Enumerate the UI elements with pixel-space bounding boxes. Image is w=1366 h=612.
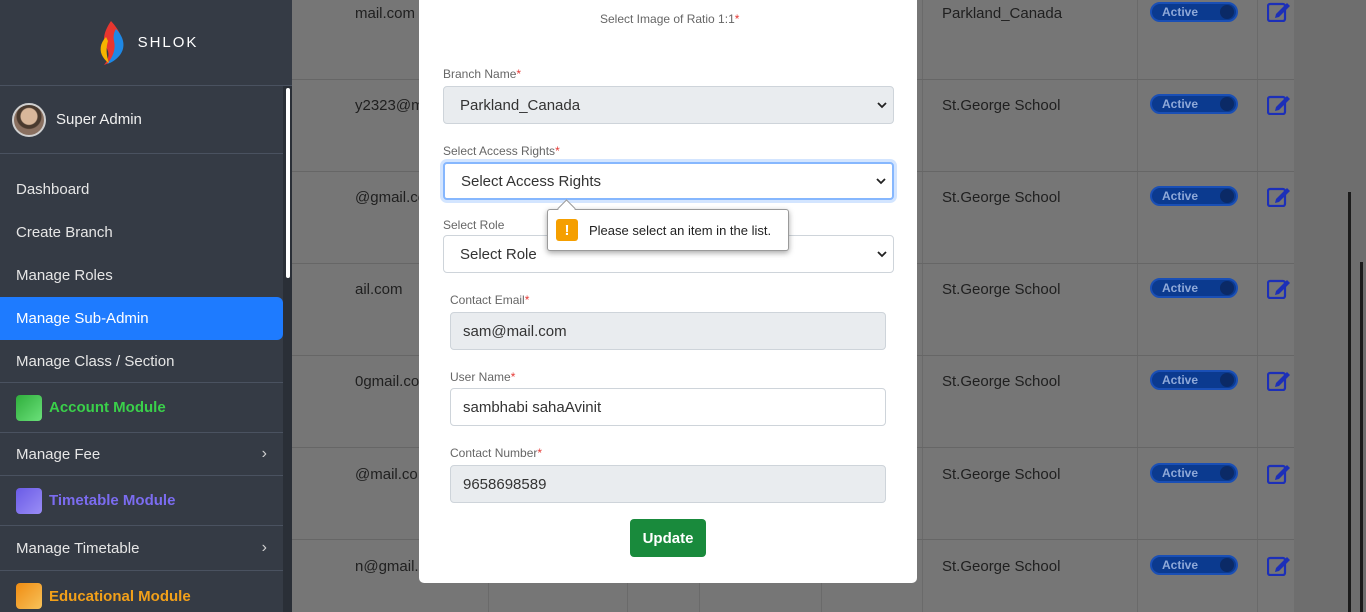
contact-number-label: Contact Number* (450, 446, 543, 460)
timetable-module-header: Timetable Module (0, 476, 283, 526)
chevron-down-icon (876, 178, 886, 185)
row-email: y2323@m (355, 97, 424, 114)
row-school: St.George School (942, 281, 1061, 298)
sidebar-item-manage-timetable[interactable]: Manage Timetable › (0, 526, 283, 571)
edit-icon[interactable] (1267, 277, 1291, 299)
sidebar-item-manage-roles[interactable]: Manage Roles (0, 254, 283, 297)
row-school: St.George School (942, 373, 1061, 390)
timetable-module-label: Timetable Module (49, 492, 176, 509)
access-rights-select[interactable]: Select Access Rights (443, 162, 894, 200)
status-toggle[interactable]: Active (1150, 94, 1238, 114)
sidebar-item-dashboard[interactable]: Dashboard (0, 168, 283, 211)
manage-fee-label: Manage Fee (16, 445, 101, 463)
status-toggle[interactable]: Active (1150, 186, 1238, 206)
avatar (12, 102, 46, 137)
edit-icon[interactable] (1267, 369, 1291, 391)
branch-label: Branch Name* (443, 67, 522, 81)
manage-timetable-label: Manage Timetable (16, 539, 140, 557)
user-profile[interactable]: Super Admin (0, 86, 292, 154)
sidebar-scrollbar[interactable] (286, 88, 290, 278)
edit-sub-admin-modal: Select Image of Ratio 1:1* Branch Name* … (419, 0, 917, 583)
row-school: St.George School (942, 189, 1061, 206)
sidebar: SHLOK Super Admin Dashboard Create Branc… (0, 0, 292, 612)
status-toggle[interactable]: Active (1150, 463, 1238, 483)
user-name-input[interactable]: sambhabi sahaAvinit (450, 388, 886, 426)
role-label: Select Role (443, 218, 505, 232)
chevron-down-icon (877, 251, 887, 258)
account-module-header: Account Module (0, 383, 283, 433)
row-email: mail.com (355, 5, 416, 22)
edit-icon[interactable] (1267, 93, 1291, 115)
sidebar-nav: Dashboard Create Branch Manage Roles Man… (0, 154, 292, 612)
account-module-icon (16, 394, 42, 421)
flame-logo-icon (100, 20, 124, 65)
chevron-down-icon (877, 102, 887, 109)
tooltip-message: Please select an item in the list. (589, 222, 772, 238)
contact-email-label: Contact Email* (450, 293, 530, 307)
chevron-right-icon: › (261, 539, 267, 556)
account-module-label: Account Module (49, 399, 166, 416)
page-scrollbar[interactable] (1348, 192, 1351, 612)
sidebar-item-manage-fee[interactable]: Manage Fee › (0, 433, 283, 476)
row-email: @gmail.co (355, 189, 427, 206)
profile-name: Super Admin (56, 111, 142, 128)
validation-tooltip: ! Please select an item in the list. (547, 209, 789, 251)
status-toggle[interactable]: Active (1150, 2, 1238, 22)
edit-icon[interactable] (1267, 554, 1291, 576)
calendar-icon (16, 487, 42, 514)
row-email: ail.com (355, 281, 403, 298)
educational-module-header: Educational Module (0, 571, 283, 612)
contact-email-input[interactable]: sam@mail.com (450, 312, 886, 350)
status-toggle[interactable]: Active (1150, 278, 1238, 298)
warning-icon: ! (556, 219, 578, 241)
access-rights-label: Select Access Rights* (443, 144, 560, 158)
sidebar-item-manage-sub-admin[interactable]: Manage Sub-Admin (0, 297, 283, 340)
row-school: St.George School (942, 558, 1061, 575)
row-email: n@gmail.c (355, 558, 427, 575)
educational-module-label: Educational Module (49, 587, 191, 605)
sidebar-item-create-branch[interactable]: Create Branch (0, 211, 283, 254)
edit-icon[interactable] (1267, 185, 1291, 207)
modal-scrollbar[interactable] (1360, 262, 1363, 612)
branch-select[interactable]: Parkland_Canada (443, 86, 894, 124)
update-button[interactable]: Update (630, 519, 706, 557)
status-toggle[interactable]: Active (1150, 555, 1238, 575)
brand-logo[interactable]: SHLOK (0, 0, 292, 86)
row-school: St.George School (942, 466, 1061, 483)
edit-icon[interactable] (1267, 0, 1291, 22)
row-school: St.George School (942, 97, 1061, 114)
contact-number-input[interactable]: 9658698589 (450, 465, 886, 503)
page-gutter (1294, 0, 1366, 612)
edit-icon[interactable] (1267, 462, 1291, 484)
teacher-icon (16, 583, 42, 609)
image-hint: Select Image of Ratio 1:1* (600, 12, 740, 26)
user-name-label: User Name* (450, 370, 516, 384)
brand-name: SHLOK (137, 34, 199, 51)
chevron-right-icon: › (261, 445, 267, 462)
sidebar-item-manage-class-section[interactable]: Manage Class / Section (0, 340, 283, 383)
row-school: Parkland_Canada (942, 5, 1063, 22)
row-email: 0gmail.co (355, 373, 420, 390)
status-toggle[interactable]: Active (1150, 370, 1238, 390)
row-email: @mail.co (355, 466, 418, 483)
